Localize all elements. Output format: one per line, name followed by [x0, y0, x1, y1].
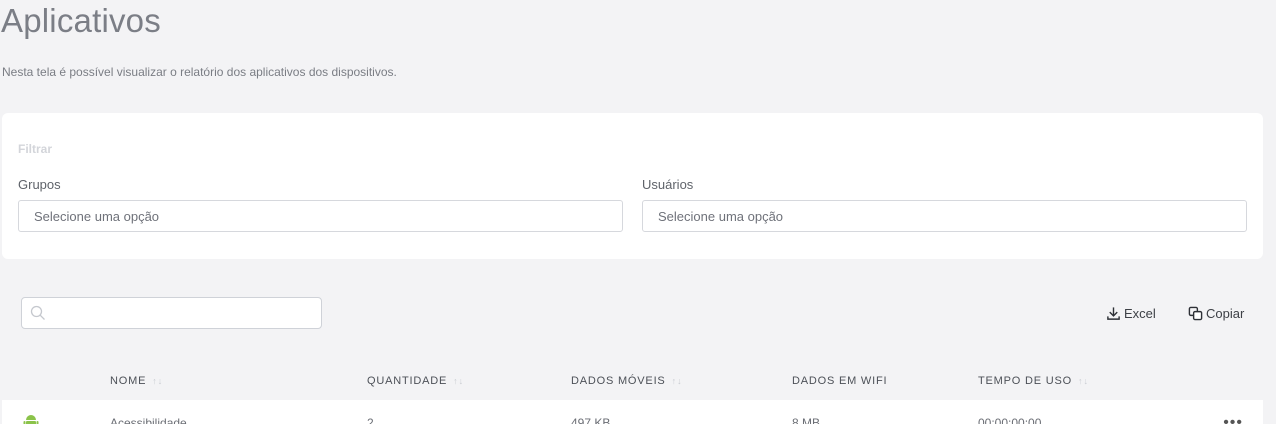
excel-label: Excel	[1124, 305, 1156, 321]
android-icon	[23, 415, 39, 424]
search-input[interactable]	[21, 297, 322, 329]
filter-title: Filtrar	[18, 142, 53, 156]
page-title: Aplicativos	[1, 2, 161, 39]
table-row[interactable]: Acessibilidade 2 497 KB 8 MB 00:00:00:00…	[2, 400, 1263, 424]
cell-mobile-data: 497 KB	[571, 416, 611, 424]
excel-button[interactable]: Excel	[1106, 303, 1156, 323]
column-header-usage-time[interactable]: TEMPO DE USO ↑↓	[978, 375, 1089, 387]
apps-report-page: Aplicativos Nesta tela é possível visual…	[0, 0, 1276, 424]
sort-icon: ↑↓	[1077, 376, 1089, 386]
column-header-name[interactable]: NOME ↑↓	[110, 375, 163, 387]
more-options-icon[interactable]: •••	[1223, 414, 1243, 424]
cell-quantity: 2	[367, 416, 374, 424]
users-label: Usuários	[642, 177, 694, 192]
cell-wifi-data: 8 MB	[792, 416, 821, 424]
users-select[interactable]: Selecione uma opção	[642, 200, 1247, 232]
groups-select[interactable]: Selecione uma opção	[18, 200, 623, 232]
column-header-quantity[interactable]: QUANTIDADE ↑↓	[367, 375, 464, 387]
column-header-wifi-data[interactable]: DADOS EM WIFI	[792, 375, 887, 387]
download-icon	[1107, 306, 1120, 320]
cell-usage-time: 00:00:00:00	[978, 416, 1042, 424]
table-header: NOME ↑↓ QUANTIDADE ↑↓ DADOS MÓVEIS ↑↓ DA…	[0, 372, 1276, 392]
copy-icon	[1188, 306, 1203, 320]
copy-button[interactable]: Copiar	[1188, 303, 1244, 323]
copy-label: Copiar	[1206, 305, 1245, 321]
search-icon	[30, 305, 45, 320]
groups-label: Grupos	[18, 177, 61, 192]
column-header-mobile-data[interactable]: DADOS MÓVEIS ↑↓	[571, 375, 683, 387]
cell-name: Acessibilidade	[110, 416, 187, 424]
filter-card: Filtrar Grupos Selecione uma opção Usuár…	[2, 113, 1263, 259]
sort-icon: ↑↓	[453, 376, 465, 386]
page-subtitle: Nesta tela é possível visualizar o relat…	[2, 65, 397, 79]
sort-icon: ↑↓	[152, 376, 164, 386]
sort-icon: ↑↓	[671, 376, 683, 386]
